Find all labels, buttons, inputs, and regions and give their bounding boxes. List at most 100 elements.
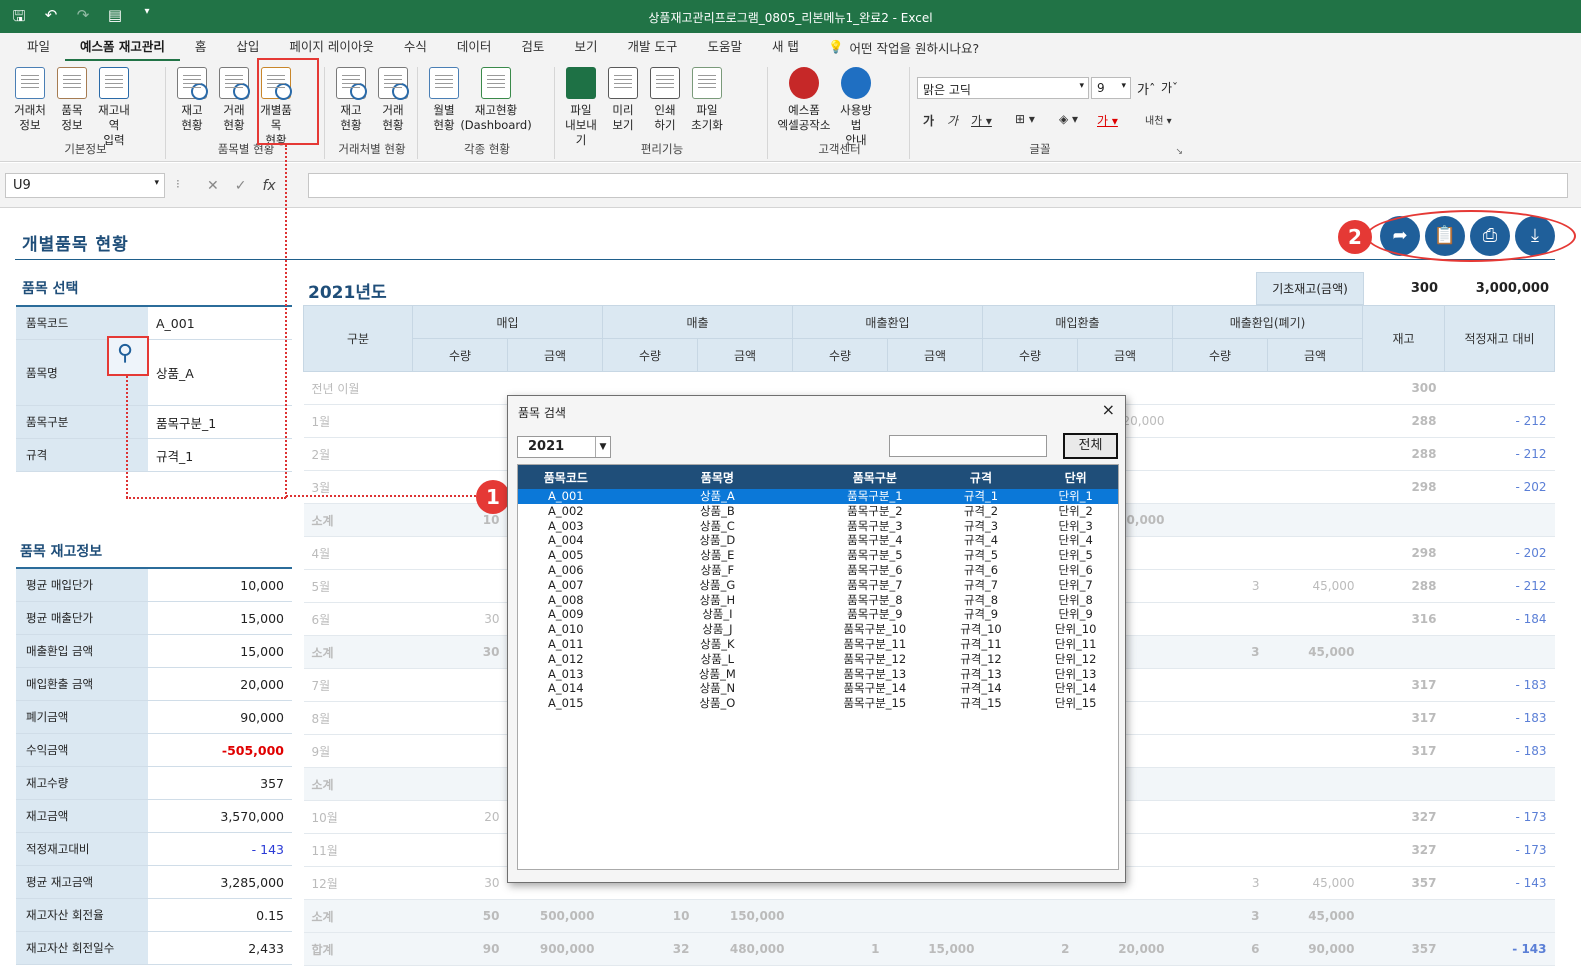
list-item[interactable]: A_010 상품_J 품목구분_10 규격_10 단위_10 [518,622,1118,637]
ribbon-button[interactable]: 월별 현황 [424,67,464,133]
italic-icon[interactable]: 가 [947,112,958,129]
table-cell[interactable] [1362,503,1445,537]
table-cell[interactable]: 30 [412,602,508,636]
ribbon-tab[interactable]: 도움말 [692,33,757,61]
border-icon[interactable]: ⊞ ▾ [1015,112,1035,126]
increase-font-icon[interactable]: 가ˆ [1137,79,1155,98]
tell-me[interactable]: 💡 어떤 작업을 원하시나요? [814,38,979,57]
table-cell[interactable]: 317 [1362,668,1445,702]
table-cell[interactable] [1172,371,1268,405]
ribbon-button[interactable]: 품목 정보 [52,67,92,148]
year-select[interactable]: 2021 ▼ [517,436,611,458]
table-cell[interactable] [887,899,983,933]
table-cell[interactable] [1172,701,1268,735]
table-cell[interactable] [412,536,508,570]
table-cell[interactable]: 20 [412,800,508,834]
ribbon-button[interactable]: 재고 현황 [172,67,212,148]
list-item[interactable]: A_015 상품_O 품목구분_15 규격_15 단위_15 [518,696,1118,711]
table-cell[interactable]: - 212 [1444,437,1555,471]
close-icon[interactable]: × [1102,400,1115,419]
table-cell[interactable] [1444,503,1555,537]
table-cell[interactable]: 480,000 [697,932,793,966]
table-cell[interactable] [412,701,508,735]
table-cell[interactable] [1267,833,1363,867]
table-cell[interactable]: 2 [982,932,1078,966]
ribbon-tab[interactable]: 데이터 [442,33,507,61]
list-item[interactable]: A_001 상품_A 품목구분_1 규격_1 단위_1 [518,489,1118,504]
table-cell[interactable]: - 173 [1444,833,1555,867]
table-cell[interactable] [412,767,508,801]
table-cell[interactable]: 288 [1362,437,1445,471]
table-cell[interactable] [1172,833,1268,867]
ribbon-tab[interactable]: 보기 [559,33,612,61]
table-cell[interactable] [1267,503,1363,537]
table-cell[interactable]: 15,000 [887,932,983,966]
table-cell[interactable]: - 202 [1444,536,1555,570]
table-cell[interactable]: 357 [1362,932,1445,966]
table-cell[interactable] [1172,503,1268,537]
table-cell[interactable] [1267,404,1363,438]
table-cell[interactable]: 45,000 [1267,866,1363,900]
bold-icon[interactable]: 가 [923,112,934,129]
table-cell[interactable]: 45,000 [1267,569,1363,603]
info-value[interactable]: 상품_A [148,340,292,405]
phonetic-icon[interactable]: 내천 ▾ [1145,112,1172,127]
table-cell[interactable] [412,437,508,471]
table-cell[interactable]: - 143 [1444,866,1555,900]
list-item[interactable]: A_014 상품_N 품목구분_14 규격_14 단위_14 [518,681,1118,696]
list-item[interactable]: A_004 상품_D 품목구분_4 규격_4 단위_4 [518,533,1118,548]
ribbon-button[interactable]: 파일 초기화 [687,67,727,148]
cancel-icon[interactable]: ✕ [207,178,219,194]
table-cell[interactable]: 6 [1172,932,1268,966]
table-cell[interactable]: 317 [1362,734,1445,768]
font-size-select[interactable]: 9 ▾ [1091,77,1131,99]
list-item[interactable]: A_013 상품_M 품목구분_13 규격_13 단위_13 [518,667,1118,682]
table-cell[interactable] [1172,437,1268,471]
ribbon-tab[interactable]: 삽입 [221,33,274,61]
table-cell[interactable] [1077,899,1173,933]
ribbon-button[interactable]: 인쇄 하기 [645,67,685,148]
table-cell[interactable] [1172,536,1268,570]
info-value[interactable]: A_001 [148,307,292,339]
search-input[interactable] [889,435,1047,457]
table-cell[interactable] [412,371,508,405]
list-item[interactable]: A_002 상품_B 품목구분_2 규격_2 단위_2 [518,504,1118,519]
table-cell[interactable]: 10 [602,899,698,933]
table-cell[interactable]: - 183 [1444,668,1555,702]
ribbon-button[interactable]: 재고현황 (Dashboard) [460,67,532,133]
formula-input[interactable] [308,173,1568,198]
list-item[interactable]: A_009 상품_I 품목구분_9 규격_9 단위_9 [518,607,1118,622]
table-cell[interactable]: 30 [412,866,508,900]
table-cell[interactable]: 20,000 [1077,932,1173,966]
table-cell[interactable] [1172,767,1268,801]
table-cell[interactable] [1362,767,1445,801]
ribbon-button[interactable]: 거래 현황 [373,67,413,133]
fill-color-icon[interactable]: ◈ ▾ [1059,112,1078,126]
ribbon-tab[interactable]: 예스폼 재고관리 [65,33,180,61]
decrease-font-icon[interactable]: 가ˇ [1161,79,1178,96]
font-name-select[interactable]: 맑은 고딕 ▾ [917,77,1089,99]
table-cell[interactable] [1267,767,1363,801]
item-list[interactable]: 품목코드 품목명 품목구분 규격 단위 A_001 상품_A 품목구분_1 규격_1 단위_1 A_… [517,464,1119,870]
table-cell[interactable] [412,833,508,867]
ribbon-button[interactable]: 미리 보기 [603,67,643,148]
item-search-button[interactable]: ⚲ [107,336,149,376]
table-cell[interactable]: 1 [792,932,888,966]
table-cell[interactable] [1172,800,1268,834]
table-cell[interactable] [412,734,508,768]
table-cell[interactable]: 317 [1362,701,1445,735]
table-cell[interactable] [1267,536,1363,570]
table-cell[interactable]: 150,000 [697,899,793,933]
table-cell[interactable]: 90,000 [1267,932,1363,966]
underline-icon[interactable]: 가 ▾ [971,112,992,129]
table-cell[interactable]: 30 [412,635,508,669]
table-cell[interactable] [1267,470,1363,504]
table-cell[interactable]: - 143 [1444,932,1555,966]
ribbon-tab[interactable]: 새 탭 [757,33,814,61]
list-item[interactable]: A_005 상품_E 품목구분_5 규격_5 단위_5 [518,548,1118,563]
table-cell[interactable]: 3 [1172,635,1268,669]
table-cell[interactable]: - 184 [1444,602,1555,636]
ribbon-button[interactable]: 거래처 정보 [10,67,50,148]
table-cell[interactable]: 32 [602,932,698,966]
table-cell[interactable]: 50 [412,899,508,933]
